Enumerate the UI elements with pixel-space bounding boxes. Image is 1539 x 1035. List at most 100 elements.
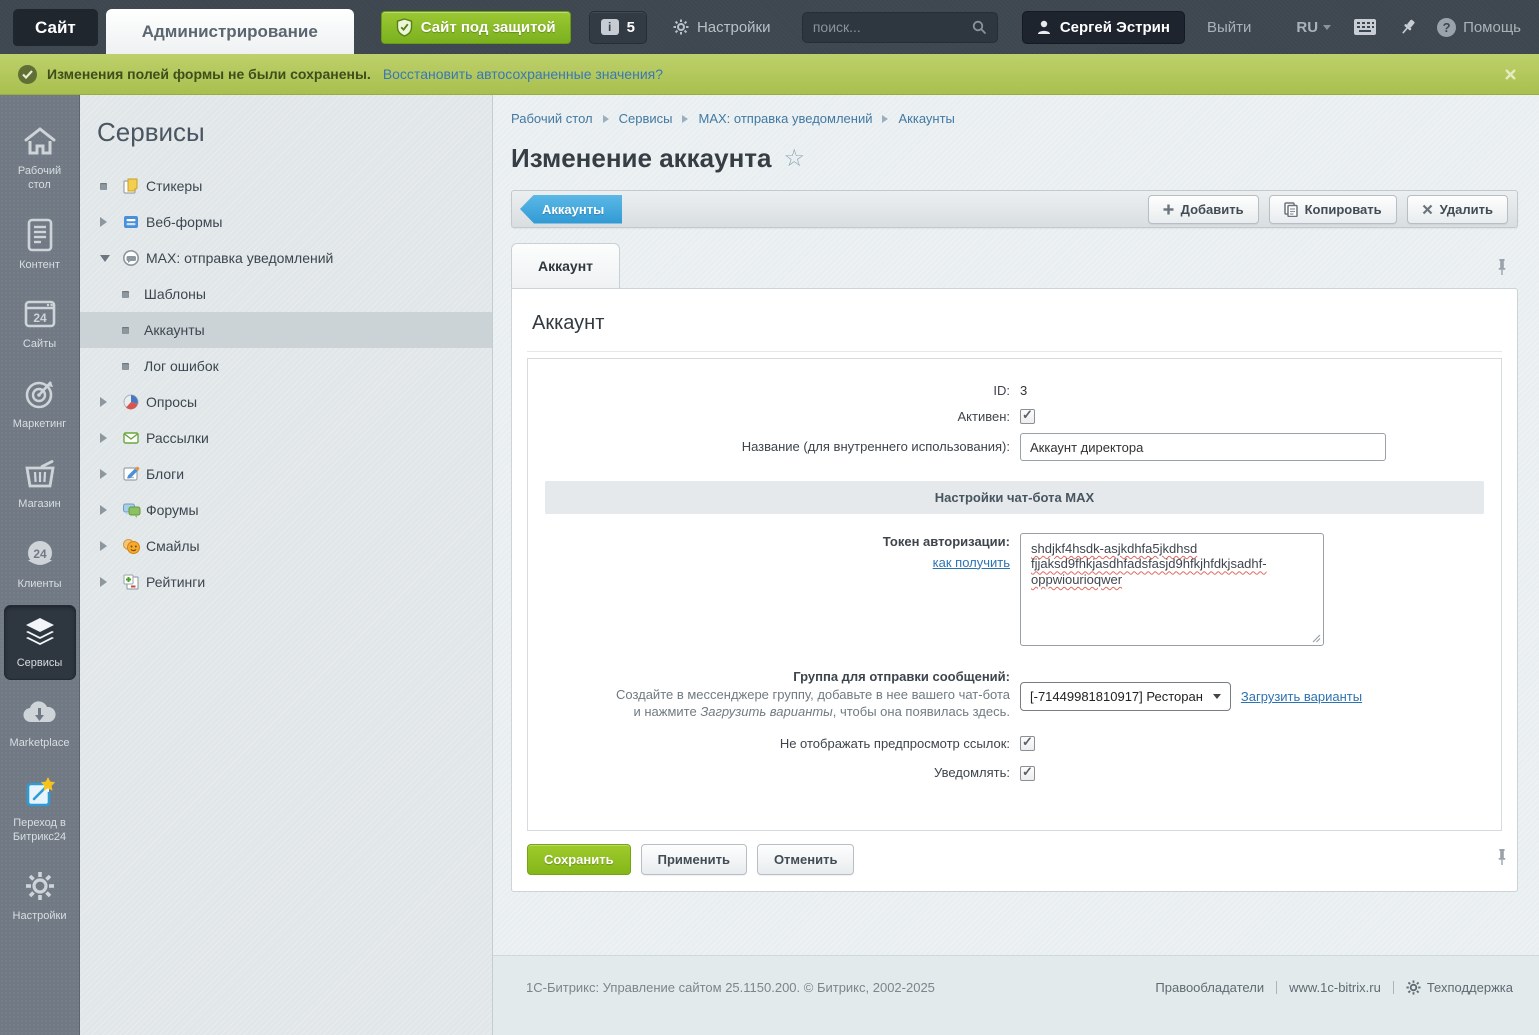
rights-holders-link[interactable]: Правообладатели xyxy=(1155,980,1264,995)
cancel-button[interactable]: Отменить xyxy=(756,843,855,875)
rail-item-sites[interactable]: 24 Сайты xyxy=(4,286,76,361)
save-button[interactable]: Сохранить xyxy=(527,843,631,875)
delete-button[interactable]: Удалить xyxy=(1406,194,1508,224)
content-area: Рабочий стол Сервисы МАХ: отправка уведо… xyxy=(493,95,1539,1035)
breadcrumb-desktop[interactable]: Рабочий стол xyxy=(511,111,593,126)
language-selector[interactable]: RU xyxy=(1296,19,1332,36)
add-button[interactable]: Добавить xyxy=(1147,194,1259,224)
keyboard-icon xyxy=(1353,17,1377,37)
bitrix-site-link[interactable]: www.1c-bitrix.ru xyxy=(1289,980,1381,995)
bullet-marker xyxy=(100,182,122,190)
expand-arrow-icon xyxy=(100,433,122,443)
notify-label: Уведомлять: xyxy=(934,765,1010,781)
back-to-accounts-button[interactable]: Аккаунты xyxy=(520,194,623,224)
footer-copyright: 1С-Битрикс: Управление сайтом 25.1150.20… xyxy=(526,980,935,995)
logout-link[interactable]: Выйти xyxy=(1207,19,1251,36)
chevron-down-icon xyxy=(1212,694,1221,700)
name-input[interactable] xyxy=(1020,433,1386,462)
notify-checkbox[interactable] xyxy=(1020,764,1035,781)
svg-text:24: 24 xyxy=(33,311,47,325)
sidebar-item-webforms[interactable]: Веб-формы xyxy=(80,204,492,240)
copy-button[interactable]: Копировать xyxy=(1268,194,1397,224)
search-input[interactable]: поиск... xyxy=(801,11,998,43)
field-group: Группа для отправки сообщений: Создайте … xyxy=(528,668,1501,721)
group-label: Группа для отправки сообщений: xyxy=(793,669,1010,685)
content-body: Рабочий стол Сервисы МАХ: отправка уведо… xyxy=(493,95,1539,955)
tab-account[interactable]: Аккаунт xyxy=(511,243,621,288)
how-to-get-link[interactable]: как получить xyxy=(528,554,1010,572)
help-button[interactable]: ? Помощь xyxy=(1437,17,1521,37)
chevron-down-icon xyxy=(1323,24,1332,30)
browser-24-icon: 24 xyxy=(23,296,57,332)
sidebar-item-smiles[interactable]: Смайлы xyxy=(80,528,492,564)
pin-button[interactable] xyxy=(1399,17,1417,37)
cloud-download-icon xyxy=(21,695,59,731)
apply-button[interactable]: Применить xyxy=(640,843,747,875)
main-area: Рабочий стол Контент 24 Сайты Маркетинг xyxy=(0,95,1539,1035)
tab-site[interactable]: Сайт xyxy=(13,9,98,46)
field-active: Активен: xyxy=(528,407,1501,426)
load-variants-link[interactable]: Загрузить варианты xyxy=(1241,689,1362,704)
sidebar-item-max-notifications[interactable]: МАХ: отправка уведомлений xyxy=(80,240,492,276)
left-rail: Рабочий стол Контент 24 Сайты Маркетинг xyxy=(0,95,80,1035)
group-select[interactable]: [-71449981810917] Ресторан xyxy=(1020,682,1231,712)
rail-item-marketplace[interactable]: Marketplace xyxy=(4,685,76,760)
no-preview-checkbox[interactable] xyxy=(1020,734,1035,751)
info-icon: i xyxy=(600,19,619,35)
tab-administration[interactable]: Администрирование xyxy=(105,9,354,54)
field-id: ID: 3 xyxy=(528,382,1501,400)
sidebar-title: Сервисы xyxy=(97,117,205,147)
rail-item-desktop[interactable]: Рабочий стол xyxy=(4,113,76,202)
restore-autosave-link[interactable]: Восстановить автосохраненные значения? xyxy=(383,66,663,82)
user-button[interactable]: Сергей Эстрин xyxy=(1021,10,1185,44)
sidebar-item-polls[interactable]: Опросы xyxy=(80,384,492,420)
site-protected-button[interactable]: Сайт под защитой xyxy=(380,10,571,44)
expand-arrow-icon xyxy=(100,505,122,515)
pin-icon[interactable] xyxy=(1496,848,1508,866)
footer: 1С-Битрикс: Управление сайтом 25.1150.20… xyxy=(493,955,1539,1035)
user-icon xyxy=(1037,20,1051,35)
sidebar-item-error-log[interactable]: Лог ошибок xyxy=(80,348,492,384)
sidebar-item-stickers[interactable]: Стикеры xyxy=(80,168,492,204)
check-circle-icon xyxy=(18,64,37,84)
bitrix-admin-app: Сайт Администрирование Сайт под защитой … xyxy=(0,0,1539,1035)
breadcrumb-accounts[interactable]: Аккаунты xyxy=(898,111,954,126)
rail-item-services[interactable]: Сервисы xyxy=(3,605,76,680)
rail-item-shop[interactable]: Магазин xyxy=(4,446,76,521)
rail-item-bitrix24[interactable]: Переход в Битрикс24 xyxy=(4,765,76,854)
support-link[interactable]: Техподдержка xyxy=(1406,980,1513,995)
search-icon xyxy=(972,20,987,35)
sticker-icon xyxy=(122,177,146,195)
sidebar-item-mailings[interactable]: Рассылки xyxy=(80,420,492,456)
expand-arrow-icon xyxy=(100,397,122,407)
hotkeys-button[interactable] xyxy=(1353,17,1377,37)
topbar-settings[interactable]: Настройки xyxy=(673,19,771,36)
close-notification-button[interactable] xyxy=(1500,64,1521,85)
favorite-star-icon[interactable]: ☆ xyxy=(784,146,806,171)
rail-item-content[interactable]: Контент xyxy=(4,207,76,282)
autosave-notification-bar: Изменения полей формы не были сохранены.… xyxy=(0,54,1539,95)
active-checkbox[interactable] xyxy=(1020,407,1035,424)
token-textarea[interactable]: shdjkf4hsdk-asjkdhfa5jkdhsd fjjaksd9fhkj… xyxy=(1020,533,1324,647)
sidebar-item-forums[interactable]: Форумы xyxy=(80,492,492,528)
footer-divider xyxy=(1392,981,1394,994)
breadcrumb-max[interactable]: МАХ: отправка уведомлений xyxy=(698,111,872,126)
expand-arrow-icon xyxy=(100,541,122,551)
sidebar-item-ratings[interactable]: Рейтинги xyxy=(80,564,492,600)
sidebar-item-accounts[interactable]: Аккаунты xyxy=(80,312,492,348)
rail-item-clients[interactable]: 24 Клиенты xyxy=(4,526,76,601)
expand-arrow-icon xyxy=(100,217,122,227)
svg-text:24: 24 xyxy=(33,547,47,561)
breadcrumb-services[interactable]: Сервисы xyxy=(619,111,673,126)
pin-icon[interactable] xyxy=(1496,258,1508,276)
rail-item-marketing[interactable]: Маркетинг xyxy=(4,366,76,441)
smile-icon xyxy=(122,537,146,555)
notifications-counter-button[interactable]: i 5 xyxy=(588,10,647,44)
sidebar-item-templates[interactable]: Шаблоны xyxy=(80,276,492,312)
resize-grip-icon[interactable] xyxy=(1312,634,1321,643)
rail-item-settings[interactable]: Настройки xyxy=(4,858,76,933)
search-placeholder: поиск... xyxy=(812,19,861,35)
sidebar-item-blogs[interactable]: Блоги xyxy=(80,456,492,492)
layers-icon xyxy=(22,615,58,651)
poll-icon xyxy=(122,393,146,411)
